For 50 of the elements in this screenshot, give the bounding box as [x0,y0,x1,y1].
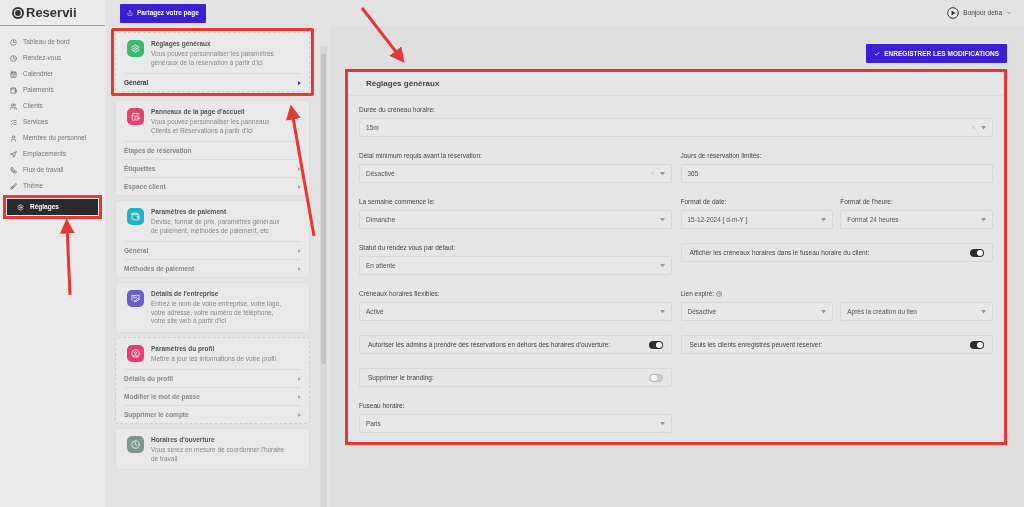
clear-icon[interactable] [971,125,976,130]
gear-icon [17,203,24,211]
chevron-down-icon [1006,10,1012,16]
users-icon [10,102,17,110]
workflow-icon [10,166,17,174]
caret-icon [659,217,665,222]
toggle-switch[interactable] [648,340,663,349]
caret-icon [659,263,665,268]
arrow-right-icon [298,248,301,253]
gear-icon [131,44,140,53]
scrollbar[interactable] [320,46,327,507]
toggle-switch[interactable] [970,340,984,349]
pie-chart-icon [10,38,17,46]
toggle-switch[interactable] [970,248,984,257]
list-icon [10,118,17,126]
caret-icon [821,217,827,222]
arrow-right-icon [298,412,301,417]
avatar-icon [947,7,960,19]
arrow-right-icon [298,376,301,381]
caret-icon [659,309,665,314]
user-icon [10,134,17,142]
wallet-icon [131,212,140,221]
toggle-switch[interactable] [648,373,663,382]
caret-icon [981,125,986,130]
check-icon [874,50,881,57]
arrow-right-icon [298,80,301,85]
annotation-arrow [360,7,405,63]
calendar-icon [10,70,17,78]
wallet-icon [10,86,17,94]
brand-name: Reservii [26,3,77,22]
calendar-clock-icon [131,112,140,121]
arrow-right-icon [298,184,301,189]
panel-title: Réglages généraux [366,77,440,90]
logo-icon [12,6,24,19]
navigation-icon [10,150,17,158]
caret-icon [981,217,986,222]
handshake-icon [131,294,140,303]
arrow-right-icon [298,394,301,399]
user-icon [131,348,140,358]
arrow-right-icon [298,266,301,271]
clock-icon [10,54,17,62]
brush-icon [10,182,17,190]
arrow-right-icon [298,166,301,171]
clear-icon[interactable] [649,171,655,176]
caret-icon [821,309,827,314]
share-icon [127,10,133,16]
caret-icon [981,309,986,314]
caret-icon [659,421,665,426]
clock-icon [131,440,140,449]
caret-icon [659,171,665,176]
